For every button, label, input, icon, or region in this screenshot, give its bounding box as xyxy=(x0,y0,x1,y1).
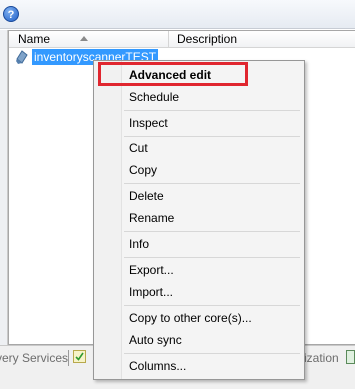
menu-separator xyxy=(124,257,300,258)
left-pane-edge xyxy=(0,30,8,345)
column-description-label: Description xyxy=(177,32,238,46)
menu-item-info[interactable]: Info xyxy=(129,235,149,253)
menu-item-copy[interactable]: Copy xyxy=(129,161,157,179)
menu-separator xyxy=(124,136,300,137)
highlight-annotation-box xyxy=(98,62,248,86)
tab-divider xyxy=(68,350,69,366)
menu-separator xyxy=(124,231,300,232)
menu-item-delete[interactable]: Delete xyxy=(129,187,164,205)
column-header: Name Description xyxy=(9,31,355,48)
checkmark-icon xyxy=(75,352,84,361)
column-header-description[interactable]: Description xyxy=(177,31,237,47)
menu-separator xyxy=(124,353,300,354)
menu-item-cut[interactable]: Cut xyxy=(129,139,148,157)
menu-item-schedule[interactable]: Schedule xyxy=(129,88,179,106)
menu-separator xyxy=(124,110,300,111)
menu-item-copy-to-other-cores[interactable]: Copy to other core(s)... xyxy=(129,309,252,327)
menu-item-auto-sync[interactable]: Auto sync xyxy=(129,331,182,349)
scanner-icon xyxy=(16,50,28,64)
tab-organization[interactable]: ization xyxy=(304,350,339,366)
menu-item-rename[interactable]: Rename xyxy=(129,209,174,227)
toolbar: ? xyxy=(0,0,355,29)
menu-separator xyxy=(124,305,300,306)
menu-item-columns[interactable]: Columns... xyxy=(129,357,186,375)
context-menu-gutter xyxy=(94,61,122,379)
menu-item-import[interactable]: Import... xyxy=(129,283,173,301)
help-icon[interactable]: ? xyxy=(3,6,19,22)
panel-toggle-icon[interactable] xyxy=(346,350,355,364)
column-header-name[interactable]: Name xyxy=(18,31,169,47)
menu-item-inspect[interactable]: Inspect xyxy=(129,114,168,132)
sort-ascending-icon xyxy=(80,36,88,41)
menu-separator xyxy=(124,183,300,184)
menu-item-export[interactable]: Export... xyxy=(129,261,174,279)
checklist-icon[interactable] xyxy=(73,350,86,363)
column-name-label: Name xyxy=(18,32,51,46)
context-menu: Advanced edit Schedule Inspect Cut Copy … xyxy=(93,60,305,380)
